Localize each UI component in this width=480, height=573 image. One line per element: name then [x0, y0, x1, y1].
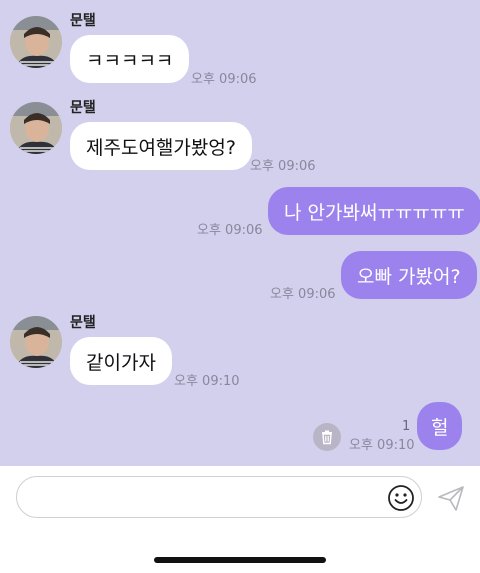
home-indicator [154, 557, 326, 563]
trash-icon [322, 430, 332, 445]
message-timestamp: 오후 09:06 [197, 223, 263, 238]
smiley-icon[interactable] [387, 484, 415, 512]
unread-count: 1 [402, 419, 411, 434]
profile-photo [10, 16, 62, 68]
profile-photo [10, 102, 62, 154]
message-timestamp: 오후 09:06 [191, 72, 257, 87]
chat-area: 문탤 ㅋㅋㅋㅋㅋ 오후 09:06 문탤 제주도여핼가봤엉? 오후 09:06 … [0, 0, 480, 466]
message-timestamp: 오후 09:10 [174, 374, 240, 389]
avatar[interactable] [10, 316, 62, 368]
sender-name: 문탤 [70, 100, 96, 116]
message-timestamp: 오후 09:10 [349, 438, 415, 453]
paper-plane-icon[interactable] [436, 483, 466, 513]
message-timestamp: 오후 09:06 [270, 287, 336, 302]
sender-name: 문탤 [70, 13, 96, 29]
message-bubble-incoming[interactable]: ㅋㅋㅋㅋㅋ [70, 35, 190, 83]
message-bubble-incoming[interactable]: 같이가자 [70, 337, 172, 385]
message-bubble-outgoing[interactable]: 헐 [417, 402, 463, 450]
message-bubble-outgoing[interactable]: 나 안가봐써ㅠㅠㅠㅠㅠ [268, 187, 480, 235]
message-timestamp: 오후 09:06 [250, 159, 316, 174]
sender-name: 문탤 [70, 315, 96, 331]
avatar[interactable] [10, 16, 62, 68]
composer-bar [0, 466, 480, 573]
message-bubble-outgoing[interactable]: 오빠 가봤어? [341, 251, 477, 299]
delete-button[interactable] [313, 423, 341, 451]
message-input[interactable] [33, 485, 377, 511]
avatar[interactable] [10, 102, 62, 154]
message-input-container[interactable] [16, 476, 422, 518]
message-bubble-incoming[interactable]: 제주도여핼가봤엉? [70, 122, 252, 170]
profile-photo [10, 316, 62, 368]
